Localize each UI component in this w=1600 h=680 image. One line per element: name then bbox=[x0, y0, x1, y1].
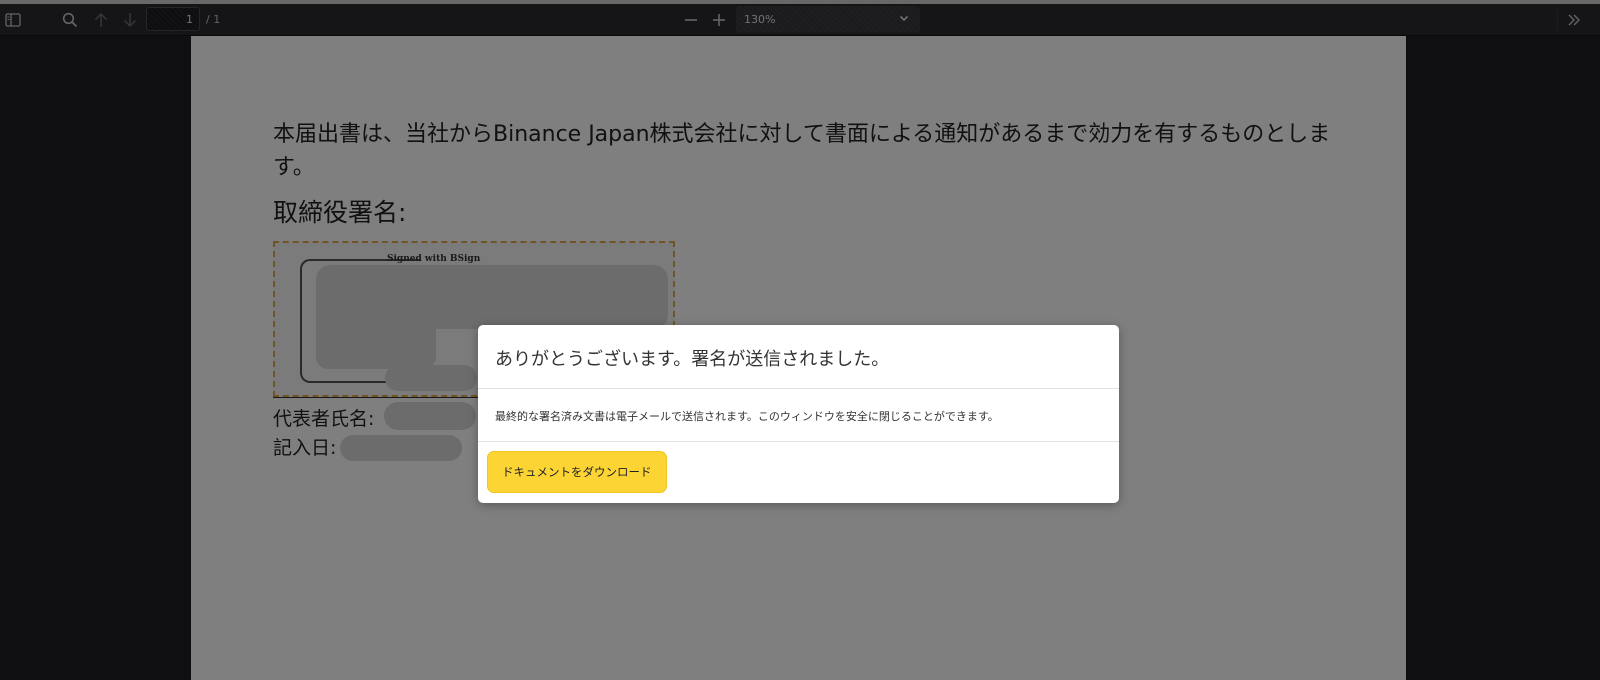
signature-sent-dialog: ありがとうございます。署名が送信されました。 最終的な署名済み文書は電子メールで… bbox=[478, 325, 1119, 503]
dialog-header: ありがとうございます。署名が送信されました。 bbox=[478, 325, 1119, 389]
dialog-title: ありがとうございます。署名が送信されました。 bbox=[495, 349, 890, 370]
download-document-button[interactable]: ドキュメントをダウンロード bbox=[488, 452, 666, 492]
dialog-body: 最終的な署名済み文書は電子メールで送信されます。このウィンドウを安全に閉じること… bbox=[478, 389, 1119, 442]
dialog-message: 最終的な署名済み文書は電子メールで送信されます。このウィンドウを安全に閉じること… bbox=[495, 410, 999, 423]
